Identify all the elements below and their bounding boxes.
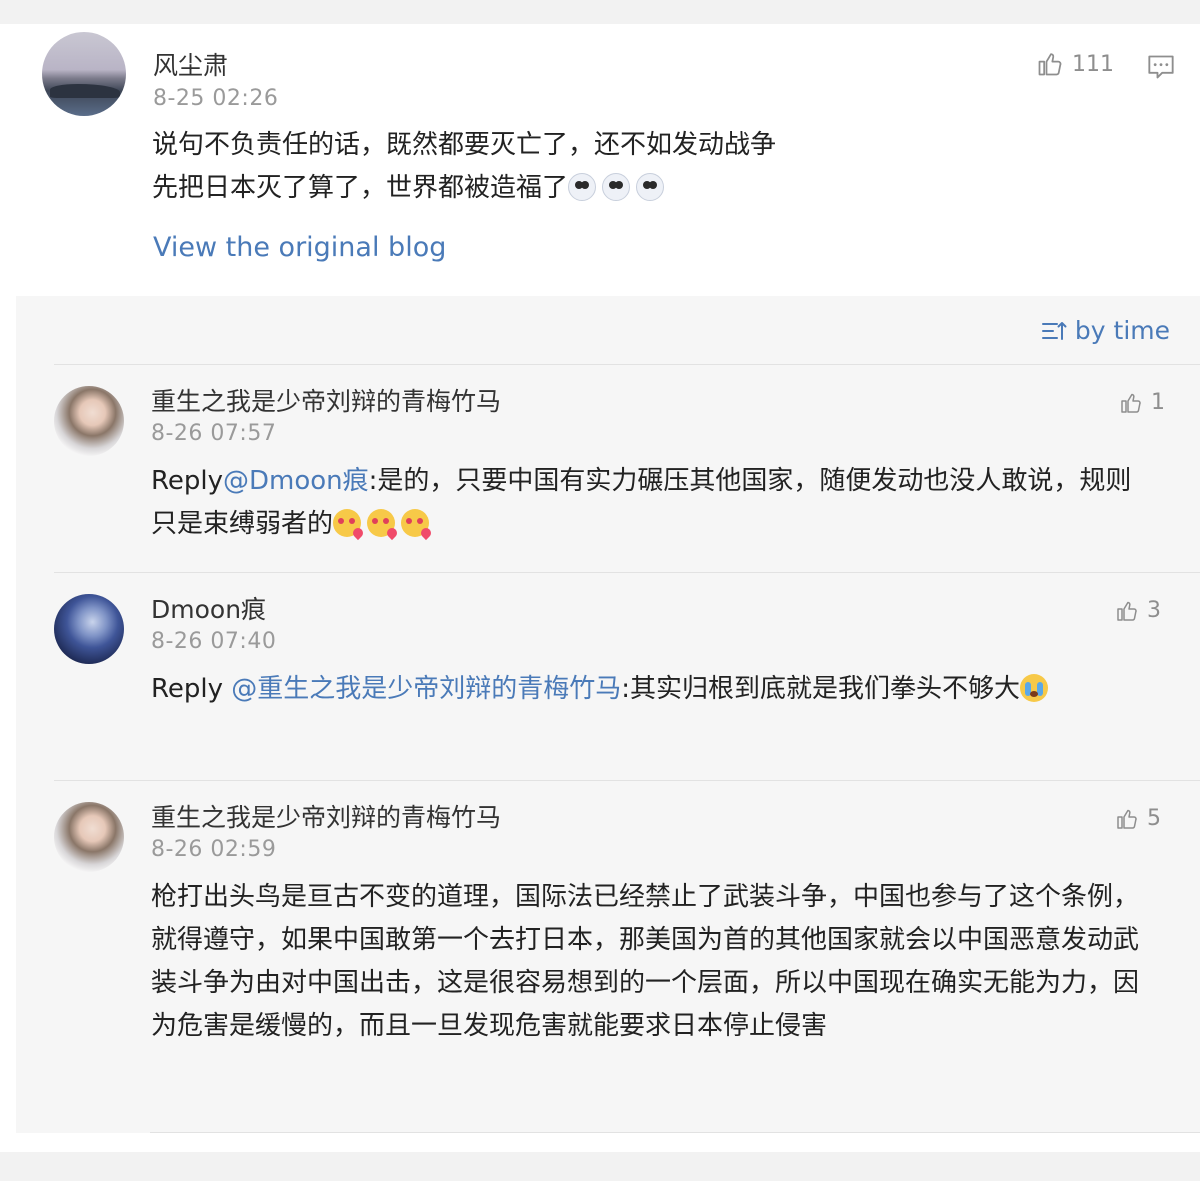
divider xyxy=(54,572,1200,573)
comment-text: 说句不负责任的话，既然都要灭亡了，还不如发动战争 先把日本灭了算了，世界都被造福… xyxy=(152,124,1052,210)
bottom-strip xyxy=(0,1152,1200,1181)
username[interactable]: 重生之我是少帝刘辩的青梅竹马 xyxy=(151,382,501,418)
comment-text-line: 说句不负责任的话，既然都要灭亡了，还不如发动战争 xyxy=(152,130,777,160)
avatar[interactable] xyxy=(54,802,124,872)
username[interactable]: Dmoon痕 xyxy=(151,590,266,626)
like-count: 3 xyxy=(1147,598,1161,623)
view-original-link[interactable]: View the original blog xyxy=(153,232,446,263)
love-emoji xyxy=(333,509,362,537)
avatar[interactable] xyxy=(42,32,126,116)
ghost-emoji xyxy=(602,173,631,201)
weibo-comment-page: 风尘肃 8-25 02:26 111 说句不负责任的话，既然都要灭亡了，还不如发… xyxy=(0,0,1200,1181)
ghost-emoji xyxy=(636,173,665,201)
like-button[interactable]: 3 xyxy=(1115,598,1161,623)
reply-prefix: Reply xyxy=(151,466,224,496)
username[interactable]: 重生之我是少帝刘辩的青梅竹马 xyxy=(151,798,501,834)
like-button[interactable]: 1 xyxy=(1119,390,1165,415)
timestamp: 8-26 07:40 xyxy=(151,629,277,654)
like-count: 5 xyxy=(1147,806,1161,831)
mention-link[interactable]: @重生之我是少帝刘辩的青梅竹马 xyxy=(231,674,621,704)
reply-text: Reply@Dmoon痕:是的，只要中国有实力碾压其他国家，随便发动也没人敢说，… xyxy=(151,460,1141,546)
reply-text: 枪打出头鸟是亘古不变的道理，国际法已经禁止了武装斗争，中国也参与了这个条例，就得… xyxy=(151,882,1140,1041)
like-button[interactable]: 5 xyxy=(1115,806,1161,831)
thumbs-up-icon xyxy=(1117,601,1137,621)
username[interactable]: 风尘肃 xyxy=(153,46,228,82)
thumbs-up-icon xyxy=(1038,53,1062,76)
crying-emoji xyxy=(1020,674,1049,702)
love-emoji xyxy=(401,509,430,537)
avatar[interactable] xyxy=(54,386,124,456)
reply-body: :其实归根到底就是我们拳头不够大 xyxy=(621,674,1021,704)
timestamp: 8-26 02:59 xyxy=(151,837,277,862)
comment-text-line: 先把日本灭了算了，世界都被造福了 xyxy=(152,167,1052,210)
reply-text: Reply @重生之我是少帝刘辩的青梅竹马:其实归根到底就是我们拳头不够大 xyxy=(151,668,1141,711)
sort-icon xyxy=(1041,321,1067,340)
top-strip xyxy=(0,0,1200,24)
like-count: 111 xyxy=(1072,51,1114,77)
like-count: 1 xyxy=(1151,390,1165,415)
thumbs-up-icon xyxy=(1117,809,1137,829)
comment-text-segment: 先把日本灭了算了，世界都被造福了 xyxy=(152,173,569,203)
mention-link[interactable]: @Dmoon痕 xyxy=(223,466,369,496)
thumbs-up-icon xyxy=(1121,393,1141,413)
ghost-emoji xyxy=(568,173,597,201)
sort-button[interactable]: by time xyxy=(1041,316,1170,345)
timestamp: 8-25 02:26 xyxy=(153,86,279,111)
like-button[interactable]: 111 xyxy=(1036,50,1114,78)
divider xyxy=(54,780,1200,781)
main-comment: 风尘肃 8-25 02:26 111 说句不负责任的话，既然都要灭亡了，还不如发… xyxy=(0,24,1200,296)
avatar[interactable] xyxy=(54,594,124,664)
sort-label: by time xyxy=(1074,316,1170,345)
replies-panel: by time 重生之我是少帝刘辩的青梅竹马 8-26 07:57 1 Repl… xyxy=(16,296,1200,1133)
reply-prefix: Reply xyxy=(151,674,232,704)
divider xyxy=(54,364,1200,365)
comment-icon[interactable] xyxy=(1147,54,1175,80)
love-emoji xyxy=(367,509,396,537)
timestamp: 8-26 07:57 xyxy=(151,421,277,446)
